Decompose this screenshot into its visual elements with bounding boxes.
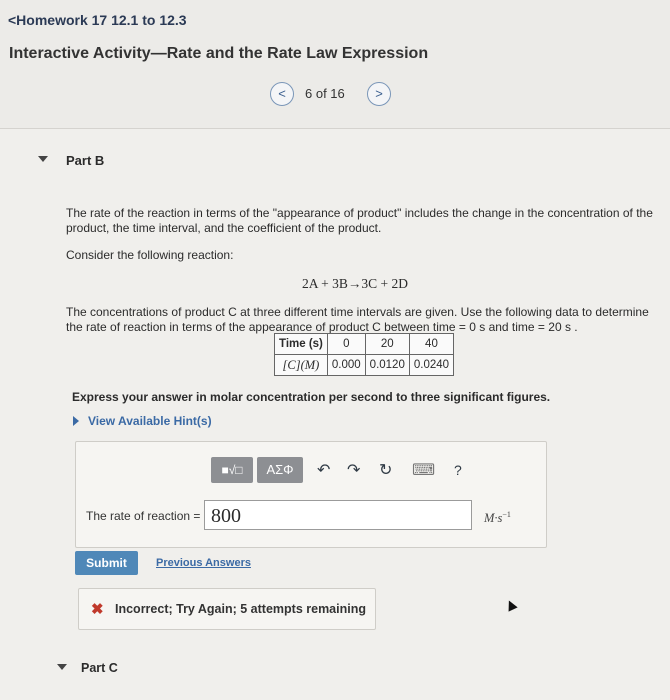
units-label: M·s−1 bbox=[484, 510, 511, 526]
concentration-table: Time (s) 0 20 40 [C](M) 0.000 0.0120 0.0… bbox=[274, 333, 455, 376]
part-b-header[interactable]: Part B bbox=[66, 153, 104, 168]
table-cell: 0 bbox=[326, 333, 366, 355]
item-pager: < 6 of 16 > bbox=[268, 80, 392, 106]
table-row: Time (s) 0 20 40 bbox=[274, 333, 455, 355]
greek-symbols-button[interactable]: ΑΣΦ bbox=[257, 457, 303, 483]
page-title: Interactive Activity—Rate and the Rate L… bbox=[9, 45, 429, 62]
redo-icon[interactable]: ↷ bbox=[347, 460, 360, 480]
back-to-assignment-link[interactable]: <Homework 17 12.1 to 12.3 bbox=[8, 12, 187, 28]
feedback-text: Incorrect; Try Again; 5 attempts remaini… bbox=[115, 602, 366, 616]
submit-button[interactable]: Submit bbox=[75, 551, 138, 575]
table-header-time: Time (s) bbox=[274, 333, 328, 355]
table-cell: 40 bbox=[408, 333, 455, 355]
units-exponent: −1 bbox=[502, 510, 511, 519]
incorrect-icon: ✖ bbox=[91, 601, 104, 618]
answer-instruction: Express your answer in molar concentrati… bbox=[72, 390, 551, 404]
collapse-part-c-icon[interactable] bbox=[57, 664, 67, 670]
previous-item-button[interactable]: < bbox=[270, 82, 294, 106]
data-description-text: The concentrations of product C at three… bbox=[66, 305, 649, 334]
table-row: [C](M) 0.000 0.0120 0.0240 bbox=[274, 354, 455, 376]
feedback-box: ✖ Incorrect; Try Again; 5 attempts remai… bbox=[78, 588, 376, 630]
rate-label: The rate of reaction = bbox=[86, 509, 201, 523]
consider-text: Consider the following reaction: bbox=[66, 248, 234, 262]
units-text: M·s bbox=[484, 511, 503, 526]
reset-icon[interactable]: ↻ bbox=[379, 460, 392, 480]
collapse-part-b-icon[interactable] bbox=[38, 156, 48, 162]
previous-answers-link[interactable]: Previous Answers bbox=[156, 557, 251, 569]
templates-button[interactable]: ■√□ bbox=[211, 457, 253, 483]
answer-box: ■√□ ΑΣΦ ↶ ↷ ↻ ⌨ ? The rate of reaction =… bbox=[75, 441, 547, 548]
help-icon[interactable]: ? bbox=[454, 462, 462, 478]
intro-text: The rate of the reaction in terms of the… bbox=[66, 206, 653, 235]
pager-count: 6 of 16 bbox=[305, 86, 345, 101]
view-hints-link[interactable]: View Available Hint(s) bbox=[88, 414, 212, 428]
reaction-equation: 2A + 3B→3C + 2D bbox=[302, 276, 408, 291]
keyboard-icon[interactable]: ⌨ bbox=[412, 460, 435, 480]
undo-icon[interactable]: ↶ bbox=[317, 460, 330, 480]
rate-answer-input[interactable]: 800 bbox=[204, 500, 472, 530]
table-cell: 20 bbox=[364, 333, 410, 355]
table-cell: 0.000 bbox=[326, 354, 366, 376]
table-cell: 0.0240 bbox=[408, 354, 455, 376]
table-header-concentration: [C](M) bbox=[274, 354, 328, 376]
next-item-button[interactable]: > bbox=[367, 82, 391, 106]
part-c-header[interactable]: Part C bbox=[81, 661, 118, 675]
table-cell: 0.0120 bbox=[364, 354, 410, 376]
hint-expand-icon[interactable] bbox=[73, 416, 79, 426]
